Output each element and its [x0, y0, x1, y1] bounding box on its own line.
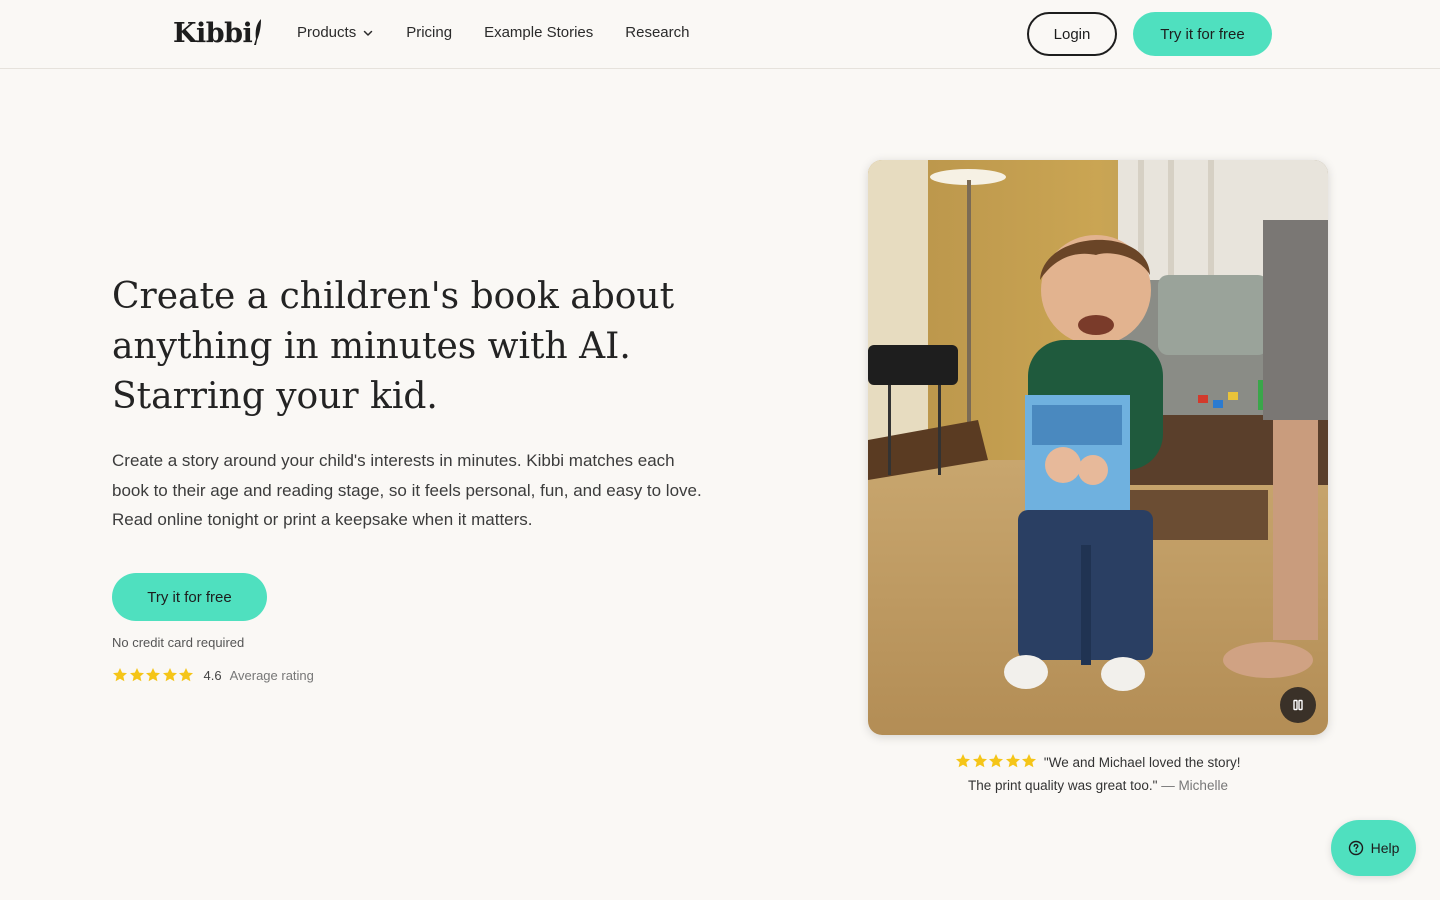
nav-item-products[interactable]: Products	[297, 24, 374, 41]
nav-label: Example Stories	[484, 24, 594, 41]
hero-description: Create a story around your child's inter…	[112, 451, 702, 529]
kibbi-logo[interactable]: Kibbi	[173, 18, 262, 49]
hero-video[interactable]	[868, 160, 1328, 735]
star-icon	[989, 754, 1004, 768]
star-icon	[1022, 754, 1037, 768]
rating-stars	[112, 667, 195, 683]
main-nav: Products Pricing Example Stories Researc…	[297, 24, 721, 41]
star-icon	[1005, 754, 1020, 768]
hero-title-line1: Create a children's book about	[112, 276, 675, 317]
testimonial-line2: The print quality was great too." — Mich…	[868, 774, 1328, 797]
video-pause-button[interactable]	[1280, 687, 1316, 723]
testimonial-quote-line1: "We and Michael loved the story!	[1043, 755, 1241, 770]
star-icon	[146, 668, 160, 682]
star-icon	[972, 754, 987, 768]
feather-icon	[254, 19, 262, 45]
login-button[interactable]: Login	[1027, 12, 1117, 56]
hero-title-line3: Starring your kid.	[112, 376, 438, 417]
star-icon	[113, 668, 127, 682]
no-credit-card-note: No credit card required	[112, 635, 245, 650]
nav-item-research[interactable]: Research	[625, 24, 689, 41]
video-frame	[868, 160, 1328, 735]
nav-item-pricing[interactable]: Pricing	[406, 24, 452, 41]
star-icon	[956, 754, 971, 768]
average-rating: 4.6 Average rating	[112, 666, 314, 684]
testimonial-quote-line2: The print quality was great too."	[968, 778, 1158, 793]
help-label: Help	[1370, 840, 1400, 856]
rating-label: Average rating	[229, 667, 314, 683]
testimonial-author: — Michelle	[1161, 778, 1228, 793]
testimonial-stars	[955, 753, 1038, 769]
hero-title-line2: anything in minutes with AI.	[112, 326, 631, 367]
hero-title: Create a children's book about anything …	[112, 272, 732, 422]
header-try-free-button[interactable]: Try it for free	[1133, 12, 1272, 56]
nav-label: Pricing	[406, 24, 453, 41]
nav-label: Products	[297, 24, 357, 41]
star-icon	[129, 668, 144, 682]
chevron-down-icon	[363, 30, 373, 36]
testimonial-line1: "We and Michael loved the story!	[868, 751, 1328, 774]
rating-value: 4.6	[203, 667, 222, 683]
nav-label: Research	[625, 24, 690, 41]
help-button[interactable]: Help	[1331, 820, 1416, 876]
testimonial: "We and Michael loved the story! The pri…	[868, 751, 1328, 797]
help-circle-icon	[1348, 840, 1363, 856]
pause-icon	[1293, 699, 1303, 711]
logo-text: Kibbi	[173, 18, 253, 49]
site-header: Kibbi Products Pricing Example Stories R…	[0, 0, 1440, 69]
star-icon	[162, 668, 177, 682]
nav-item-example-stories[interactable]: Example Stories	[484, 24, 593, 41]
star-icon	[179, 668, 193, 682]
hero-try-free-button[interactable]: Try it for free	[112, 573, 267, 621]
